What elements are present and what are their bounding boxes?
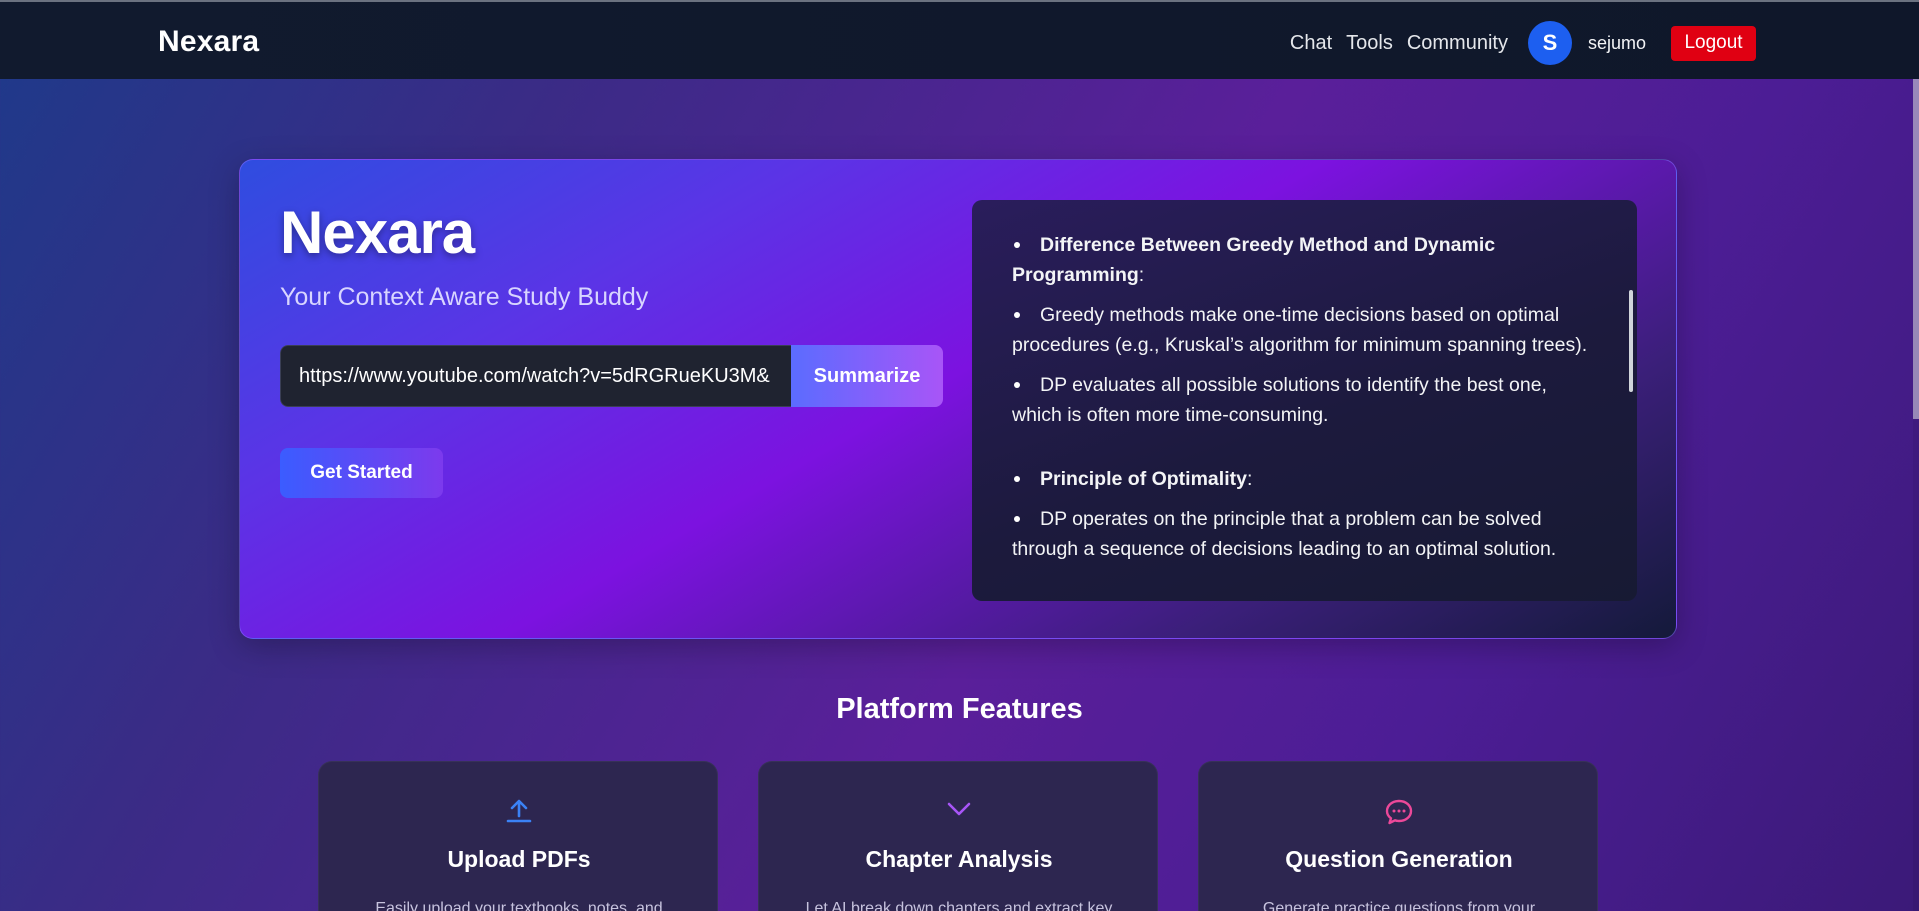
page-scrollbar-thumb[interactable] bbox=[1913, 79, 1919, 419]
feature-desc: Easily upload your textbooks, notes, and bbox=[375, 900, 663, 911]
summary-item: DP operates on the principle that a prob… bbox=[1012, 504, 1602, 564]
feature-title: Question Generation bbox=[1285, 846, 1513, 872]
summary-list: Difference Between Greedy Method and Dyn… bbox=[1012, 230, 1602, 574]
summary-item-heading: Principle of Optimality bbox=[1040, 468, 1247, 490]
panel-scrollbar[interactable] bbox=[1629, 290, 1633, 392]
upload-icon bbox=[319, 798, 719, 824]
feature-card-questions[interactable]: Question Generation Generate practice qu… bbox=[1198, 761, 1598, 911]
logout-button[interactable]: Logout bbox=[1671, 25, 1756, 61]
summary-item: Difference Between Greedy Method and Dyn… bbox=[1012, 230, 1602, 290]
feature-card-chapter[interactable]: Chapter Analysis Let AI break down chapt… bbox=[758, 761, 1158, 911]
nav-tools[interactable]: Tools bbox=[1346, 32, 1393, 55]
summarize-button[interactable]: Summarize bbox=[791, 345, 943, 407]
video-url-input[interactable] bbox=[280, 345, 791, 407]
summary-item-heading: Difference Between Greedy Method and Dyn… bbox=[1012, 234, 1496, 286]
nav-menu: Chat Tools Community S sejumo Logout bbox=[1290, 21, 1756, 65]
summary-item-text: DP operates on the principle that a prob… bbox=[1012, 508, 1557, 560]
username: sejumo bbox=[1587, 32, 1646, 53]
summary-item-text: Greedy methods make one-time decisions b… bbox=[1012, 304, 1588, 356]
summary-item: Principle of Optimality: bbox=[1012, 464, 1602, 494]
summary-item-text: : bbox=[1138, 264, 1145, 286]
summary-item: DP evaluates all possible solutions to i… bbox=[1012, 370, 1602, 430]
summary-item-text: : bbox=[1246, 468, 1253, 490]
url-form: Summarize bbox=[280, 345, 943, 407]
summary-panel[interactable]: Difference Between Greedy Method and Dyn… bbox=[972, 200, 1637, 601]
hero-title: Nexara bbox=[280, 199, 475, 266]
top-navbar: Nexara Chat Tools Community S sejumo Log… bbox=[0, 0, 1919, 79]
nav-chat[interactable]: Chat bbox=[1290, 32, 1332, 55]
summary-item: Greedy methods make one-time decisions b… bbox=[1012, 300, 1602, 360]
avatar[interactable]: S bbox=[1527, 21, 1572, 65]
hero-card: Nexara Your Context Aware Study Buddy Su… bbox=[239, 159, 1677, 639]
chat-bubble-icon bbox=[1199, 798, 1599, 826]
feature-desc: Let AI break down chapters and extract k… bbox=[805, 900, 1113, 911]
feature-title: Upload PDFs bbox=[447, 846, 591, 872]
chevron-down-icon bbox=[759, 798, 1159, 820]
feature-card-upload[interactable]: Upload PDFs Easily upload your textbooks… bbox=[318, 761, 718, 911]
feature-desc: Generate practice questions from your bbox=[1262, 900, 1536, 911]
features-title: Platform Features bbox=[836, 693, 1083, 725]
feature-title: Chapter Analysis bbox=[865, 846, 1053, 872]
nav-community[interactable]: Community bbox=[1407, 32, 1508, 55]
hero-subtitle: Your Context Aware Study Buddy bbox=[280, 283, 649, 311]
get-started-button[interactable]: Get Started bbox=[280, 448, 443, 498]
brand-logo[interactable]: Nexara bbox=[158, 25, 259, 59]
summary-item-text: DP evaluates all possible solutions to i… bbox=[1012, 374, 1547, 426]
